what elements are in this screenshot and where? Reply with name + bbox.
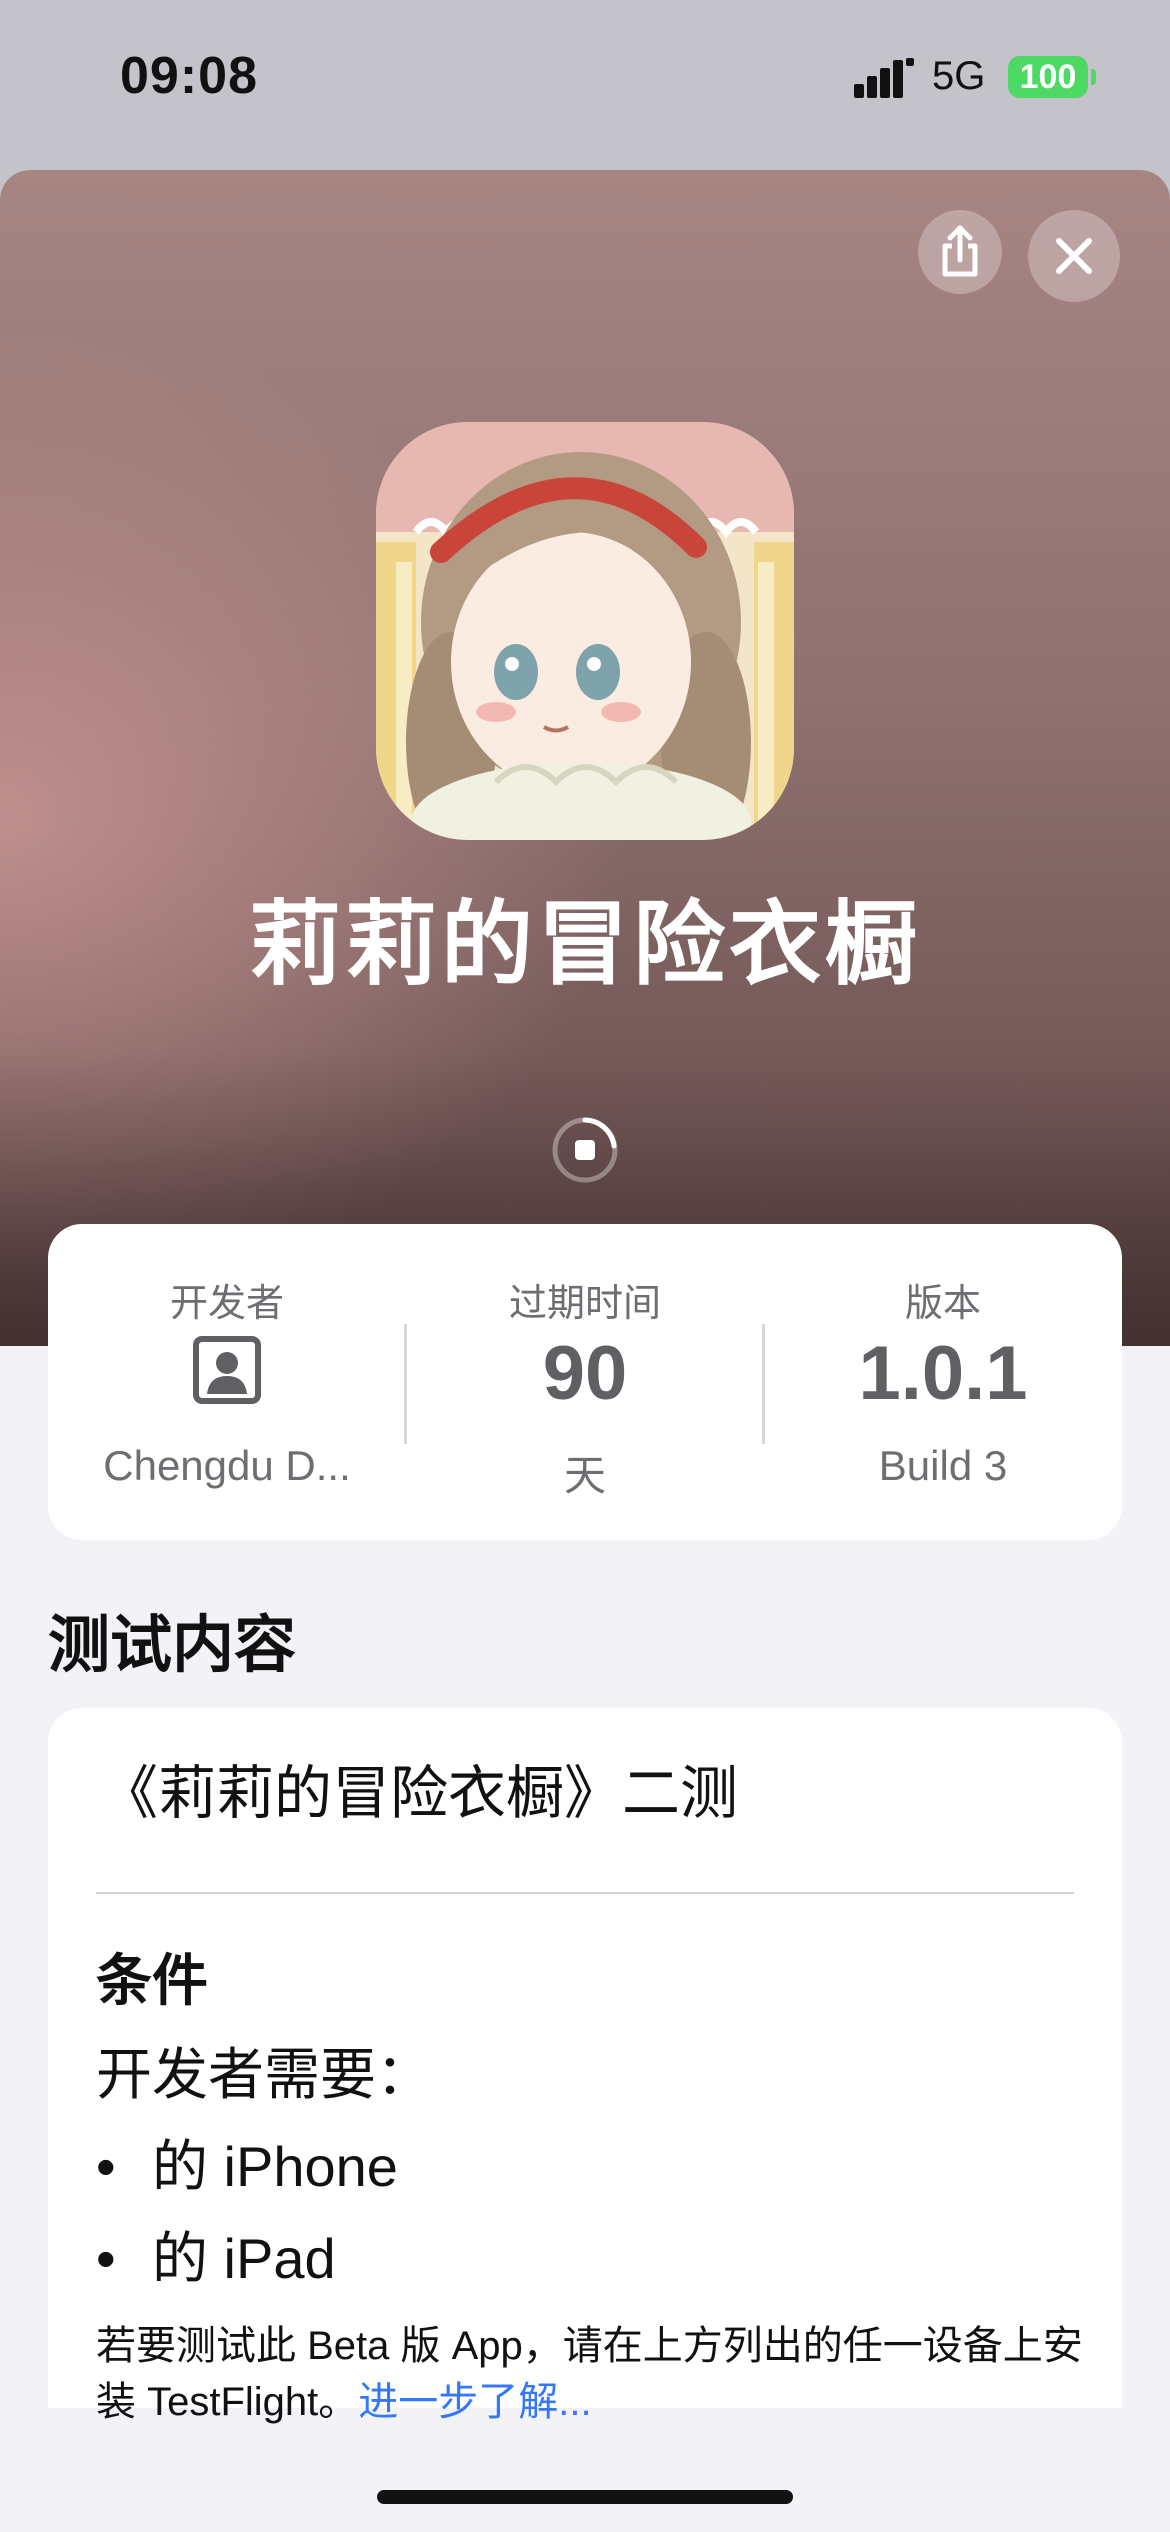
version-column: 版本 1.0.1 Build 3 [764,1224,1122,1540]
build-number: Build 3 [878,1442,1008,1489]
requirement-device-ipad: • 的 iPad [96,2214,336,2295]
version-label: 版本 [904,1283,981,1325]
device-label: 的 iPad [152,2227,336,2290]
share-icon [942,225,978,277]
section-title-test-content: 测试内容 [48,1611,297,1680]
download-progress-stop-icon[interactable] [551,1116,619,1184]
expiry-column: 过期时间 90 天 [406,1224,764,1540]
app-detail-sheet: 莉莉的冒险衣橱 开发者 Chengdu D... 过期时间 90 天 版本 1.… [0,170,1170,2532]
developer-label: 开发者 [169,1283,284,1325]
app-icon [376,422,794,840]
home-indicator [377,2490,793,2504]
developer-icon [193,1336,261,1404]
device-label: 的 iPhone [152,2135,398,2198]
developer-name: Chengdu D... [103,1442,351,1489]
expiry-label: 过期时间 [508,1283,661,1325]
cellular-signal-icon [854,58,914,98]
test-content-card: 《莉莉的冒险衣橱》二测 条件 开发者需要： • 的 iPhone • 的 iPad … [48,1708,1122,2424]
expiry-value: 90 [542,1331,628,1416]
whats-new-text: 《莉莉的冒险衣橱》二测 [100,1761,739,1826]
status-time: 09:08 [120,47,258,105]
network-type: 5G [932,54,986,98]
close-icon [1056,238,1092,274]
requirement-device-iphone: • 的 iPhone [96,2122,398,2203]
install-footnote: 若要测试此 Beta 版 App，请在上方列出的任一设备上安装 TestFlig… [96,2318,1086,2430]
testflight-app-page: 09:08 5G 100 莉莉的冒险衣橱 开发者 Chengdu D... 过期… [0,0,1170,2532]
share-button[interactable] [918,210,1002,294]
battery-tip [1091,69,1096,85]
app-title: 莉莉的冒险衣橱 [248,894,921,996]
battery-indicator: 100 [1008,56,1088,98]
expiry-unit: 天 [563,1452,606,1499]
learn-more-link[interactable]: 进一步了解... [358,2380,591,2424]
app-info-card: 开发者 Chengdu D... 过期时间 90 天 版本 1.0.1 Buil… [48,1224,1122,1540]
hero-header: 莉莉的冒险衣橱 [0,170,1170,1346]
divider [96,1892,1074,1894]
version-value: 1.0.1 [858,1331,1028,1416]
requirements-title: 条件 [96,1949,208,2012]
bullet-icon: • [96,2227,116,2290]
developer-column[interactable]: 开发者 Chengdu D... [48,1224,406,1540]
requirements-intro: 开发者需要： [96,2043,432,2106]
close-button[interactable] [1028,210,1120,302]
bullet-icon: • [96,2135,116,2198]
status-bar: 09:08 5G 100 [0,0,1170,170]
